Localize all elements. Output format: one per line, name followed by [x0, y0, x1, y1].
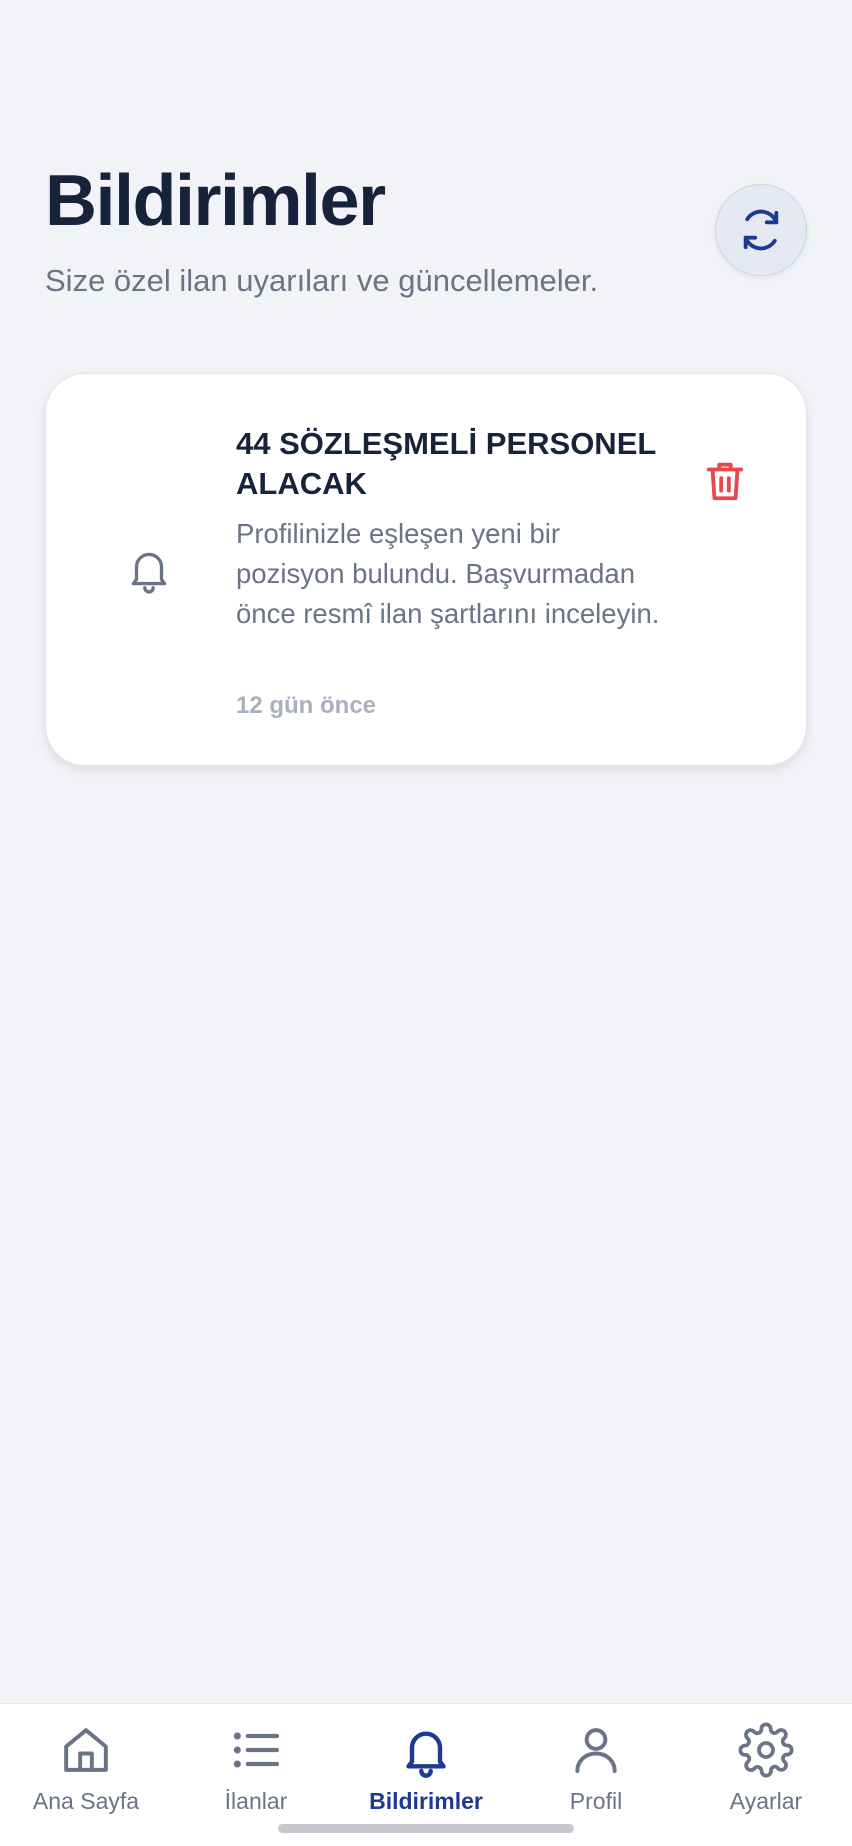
trash-icon — [706, 462, 744, 501]
tab-profile[interactable]: Profil — [521, 1704, 671, 1814]
tab-label: İlanlar — [224, 1788, 288, 1814]
tab-notifications[interactable]: Bildirimler — [351, 1704, 501, 1814]
refresh-icon — [743, 209, 779, 251]
page-title: Bildirimler — [45, 161, 386, 241]
notifications-screen: Bildirimler Size özel ilan uyarıları ve … — [0, 0, 852, 1846]
user-icon — [575, 1728, 617, 1773]
tab-label: Ana Sayfa — [32, 1788, 140, 1814]
home-icon — [64, 1728, 108, 1772]
tab-listings[interactable]: İlanlar — [181, 1704, 331, 1814]
refresh-button[interactable] — [715, 184, 807, 276]
delete-notification-button[interactable] — [702, 458, 748, 504]
bell-icon — [406, 1731, 446, 1778]
gear-icon — [738, 1722, 794, 1778]
notification-time: 12 gün önce — [236, 692, 377, 719]
tab-label: Bildirimler — [369, 1788, 483, 1814]
home-indicator[interactable] — [278, 1824, 574, 1833]
page-subtitle: Size özel ilan uyarıları ve güncellemele… — [45, 263, 599, 298]
notification-card[interactable]: 44 SÖZLEŞMELİ PERSONEL ALACAK Profiliniz… — [45, 373, 807, 766]
bell-icon — [131, 552, 167, 594]
tab-settings[interactable]: Ayarlar — [691, 1704, 841, 1814]
notification-message: Profilinizle eşleşen yeni bir pozisyon b… — [236, 518, 660, 629]
notification-title: 44 SÖZLEŞMELİ PERSONEL ALACAK — [236, 426, 656, 501]
tab-label: Profil — [569, 1788, 623, 1814]
list-icon — [233, 1732, 280, 1768]
tab-label: Ayarlar — [729, 1788, 803, 1814]
tab-home[interactable]: Ana Sayfa — [11, 1704, 161, 1814]
